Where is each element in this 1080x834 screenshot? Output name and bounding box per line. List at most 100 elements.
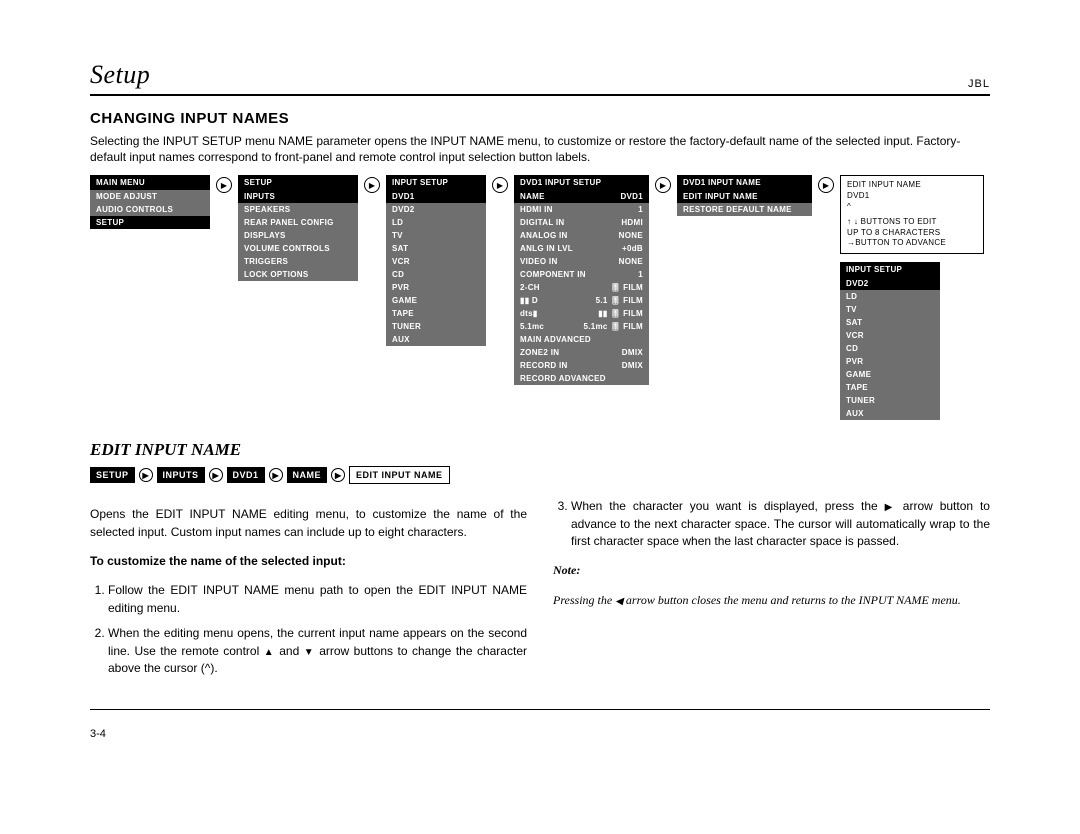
menu-item: TAPE [840,381,940,394]
arrow-right-icon: ▶ [331,468,345,482]
arrow-right-icon: ▶ [492,177,508,193]
menu-kv: 5.1mc5.1mc 🎚 FILM [514,320,649,333]
menu-item: PVR [840,355,940,368]
bottom-rule [90,709,990,710]
menu-kv-selected: NAMEDVD1 [514,190,649,203]
menu-kv: dts▮▮▮ 🎚 FILM [514,307,649,320]
menu-kv: ANALOG INNONE [514,229,649,242]
menu-item: GAME [386,294,486,307]
step-2: When the editing menu opens, the current… [108,625,527,677]
menu-item: PVR [386,281,486,294]
menu-input-setup-2: INPUT SETUP DVD2 LD TV SAT VCR CD PVR GA… [840,262,940,420]
menu-dvd1-setup: DVD1 INPUT SETUP NAMEDVD1 HDMI IN1 DIGIT… [514,175,649,385]
step-3: When the character you want is displayed… [571,498,990,550]
menu-item: AUDIO CONTROLS [90,203,210,216]
menu-dvd1-input-name: DVD1 INPUT NAME EDIT INPUT NAME RESTORE … [677,175,812,216]
note-heading: Note: [553,562,990,579]
menu-item: TRIGGERS [238,255,358,268]
menu-kv: DIGITAL INHDMI [514,216,649,229]
menu-item: RESTORE DEFAULT NAME [677,203,812,216]
menu-item: SAT [386,242,486,255]
menu-input-setup: INPUT SETUP DVD1 DVD2 LD TV SAT VCR CD P… [386,175,486,346]
menu-item: VCR [840,329,940,342]
left-lead: To customize the name of the selected in… [90,553,527,570]
editbox-help3: →BUTTON TO ADVANCE [847,238,977,249]
menu-item: SPEAKERS [238,203,358,216]
arrow-right-icon: ▶ [655,177,671,193]
up-triangle-icon: ▲ [264,647,275,658]
arrow-right-icon: ▶ [364,177,380,193]
left-triangle-icon: ◀ [615,596,623,607]
menu-setup-title: SETUP [238,175,358,190]
step-1: Follow the EDIT INPUT NAME menu path to … [108,582,527,617]
crumb-setup: SETUP [90,467,135,483]
menu-input-setup-title: INPUT SETUP [386,175,486,190]
menu-item: SAT [840,316,940,329]
menu-input-setup-2-title: INPUT SETUP [840,262,940,277]
menu-dvd1-setup-title: DVD1 INPUT SETUP [514,175,649,190]
edit-input-name-box: EDIT INPUT NAME DVD1 ^ ↑ ↓ BUTTONS TO ED… [840,175,984,254]
menu-item: TV [386,229,486,242]
left-p1: Opens the EDIT INPUT NAME editing menu, … [90,506,527,541]
menu-item: TAPE [386,307,486,320]
menu-item: REAR PANEL CONFIG [238,216,358,229]
menu-kv: COMPONENT IN1 [514,268,649,281]
editbox-help2: UP TO 8 CHARACTERS [847,228,977,239]
menu-item-selected: EDIT INPUT NAME [677,190,812,203]
crumb-edit-input-name: EDIT INPUT NAME [349,466,450,484]
menu-item: LOCK OPTIONS [238,268,358,281]
top-rule: Setup JBL [90,60,990,96]
menu-kv: ZONE2 INDMIX [514,346,649,359]
menu-item: DISPLAYS [238,229,358,242]
breadcrumb: SETUP ▶ INPUTS ▶ DVD1 ▶ NAME ▶ EDIT INPU… [90,466,990,484]
menu-kv: MAIN ADVANCED [514,333,649,346]
menu-kv: HDMI IN1 [514,203,649,216]
arrow-right-icon: ▶ [269,468,283,482]
menu-item: AUX [840,407,940,420]
menu-kv: RECORD ADVANCED [514,372,649,385]
right-column: When the character you want is displayed… [553,494,990,687]
menu-setup: SETUP INPUTS SPEAKERS REAR PANEL CONFIG … [238,175,358,281]
menu-item: VOLUME CONTROLS [238,242,358,255]
menu-kv: ▮▮ D5.1 🎚 FILM [514,294,649,307]
arrow-right-icon: ▶ [216,177,232,193]
menu-item: TUNER [840,394,940,407]
menu-dvd1-input-name-title: DVD1 INPUT NAME [677,175,812,190]
menu-item-selected: DVD1 [386,190,486,203]
menu-item: LD [840,290,940,303]
menu-kv: ANLG IN LVL+0dB [514,242,649,255]
crumb-dvd1: DVD1 [227,467,265,483]
menu-kv: 2-CH🎚 FILM [514,281,649,294]
menu-screenshots-row: MAIN MENU MODE ADJUST AUDIO CONTROLS SET… [90,175,990,420]
brand-label: JBL [968,78,990,90]
down-triangle-icon: ▼ [304,647,315,658]
arrow-right-icon: ▶ [209,468,223,482]
menu-item: CD [840,342,940,355]
menu-item: LD [386,216,486,229]
left-column: Opens the EDIT INPUT NAME editing menu, … [90,494,527,687]
menu-item: TUNER [386,320,486,333]
crumb-name: NAME [287,467,328,483]
menu-kv: VIDEO INNONE [514,255,649,268]
menu-main-title: MAIN MENU [90,175,210,190]
page-number: 3-4 [90,728,990,740]
menu-kv: RECORD INDMIX [514,359,649,372]
menu-item: VCR [386,255,486,268]
menu-item: GAME [840,368,940,381]
editbox-title: EDIT INPUT NAME [847,180,977,191]
menu-item: DVD2 [386,203,486,216]
menu-item: CD [386,268,486,281]
menu-item-selected: DVD2 [840,277,940,290]
menu-item: MODE ADJUST [90,190,210,203]
note-body: Pressing the ◀ arrow button closes the m… [553,592,990,610]
arrow-right-icon: ▶ [818,177,834,193]
menu-item: AUX [386,333,486,346]
menu-item-selected: SETUP [90,216,210,229]
right-triangle-icon: ▶ [885,502,896,513]
editbox-help1: ↑ ↓ BUTTONS TO EDIT [847,217,977,228]
intro-paragraph: Selecting the INPUT SETUP menu NAME para… [90,133,990,165]
editbox-cursor: ^ [847,202,977,213]
edit-input-name-heading: EDIT INPUT NAME [90,440,990,460]
crumb-inputs: INPUTS [157,467,205,483]
editbox-value: DVD1 [847,191,977,202]
